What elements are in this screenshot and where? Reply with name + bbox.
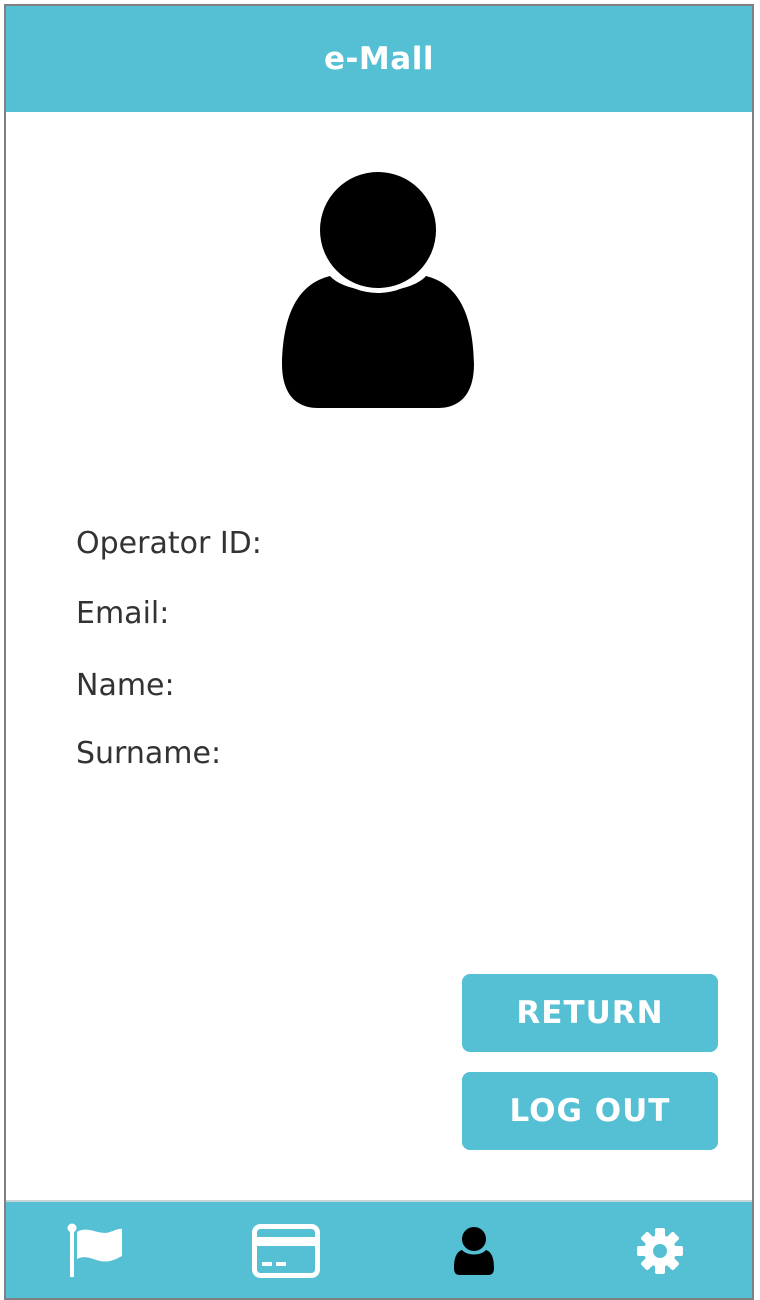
nav-item-settings[interactable] bbox=[620, 1216, 700, 1286]
nav-item-card[interactable] bbox=[246, 1216, 326, 1286]
profile-avatar-icon bbox=[278, 164, 478, 408]
logout-button[interactable]: LOG OUT bbox=[462, 1072, 718, 1150]
gear-icon bbox=[637, 1228, 683, 1274]
app-header: e-Mall bbox=[6, 6, 752, 112]
app-screen: e-Mall Operator ID: Email: Name: Surname… bbox=[4, 4, 754, 1300]
operator-id-label: Operator ID: bbox=[76, 526, 262, 561]
bottom-navbar bbox=[6, 1200, 752, 1298]
return-button[interactable]: RETURN bbox=[462, 974, 718, 1052]
name-label: Name: bbox=[76, 668, 175, 703]
email-label: Email: bbox=[76, 596, 170, 631]
card-icon bbox=[252, 1224, 320, 1278]
flag-icon bbox=[67, 1223, 122, 1277]
nav-item-profile[interactable] bbox=[434, 1216, 514, 1286]
app-title: e-Mall bbox=[324, 41, 434, 77]
surname-label: Surname: bbox=[76, 736, 222, 771]
user-icon bbox=[454, 1227, 494, 1275]
nav-item-flag[interactable] bbox=[56, 1216, 136, 1286]
